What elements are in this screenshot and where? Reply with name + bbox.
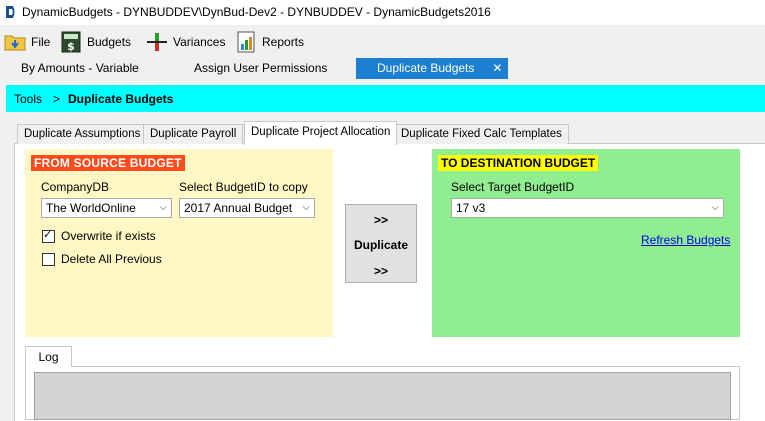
doc-tab-label: Assign User Permissions xyxy=(194,61,328,75)
report-icon xyxy=(235,31,257,53)
company-label: CompanyDB xyxy=(41,180,110,194)
window-title: DynamicBudgets - DYNBUDDEV\DynBud-Dev2 -… xyxy=(22,5,491,19)
destination-budget-panel: TO DESTINATION BUDGET Select Target Budg… xyxy=(432,149,740,337)
tab-duplicate-assumptions[interactable]: Duplicate Assumptions xyxy=(17,124,148,144)
tab-label: Duplicate Fixed Calc Templates xyxy=(401,128,562,140)
tab-duplicate-payroll[interactable]: Duplicate Payroll xyxy=(143,124,244,144)
chevron-down-icon: ⌵ xyxy=(711,202,719,213)
close-icon[interactable]: ✕ xyxy=(492,61,502,75)
title-bar: DynamicBudgets - DYNBUDDEV\DynBud-Dev2 -… xyxy=(0,0,765,25)
tab-duplicate-project-allocation[interactable]: Duplicate Project Allocation xyxy=(244,121,398,145)
menu-bar: File $ Budgets Variances Reports xyxy=(0,26,765,58)
breadcrumb-current: Duplicate Budgets xyxy=(68,92,174,106)
doc-tab-label: By Amounts - Variable xyxy=(21,61,139,75)
menu-file[interactable]: File xyxy=(4,30,50,54)
tab-label: Duplicate Assumptions xyxy=(24,128,141,140)
menu-budgets-label: Budgets xyxy=(87,35,132,49)
document-tab-strip: By Amounts - Variable Assign User Permis… xyxy=(0,58,765,79)
menu-reports-label: Reports xyxy=(262,35,305,49)
company-select[interactable]: The WorldOnline ⌵ xyxy=(41,198,172,218)
app-logo-icon xyxy=(6,6,15,18)
tab-log[interactable]: Log xyxy=(25,346,72,367)
duplicate-label: Duplicate xyxy=(353,238,408,252)
duplicate-button[interactable]: >> Duplicate >> xyxy=(345,204,417,283)
tab-duplicate-fixed-calc-templates[interactable]: Duplicate Fixed Calc Templates xyxy=(394,124,569,144)
target-budget-label: Select Target BudgetID xyxy=(451,180,575,194)
checkmark-icon: ✓ xyxy=(43,229,53,241)
variance-icon xyxy=(146,31,168,53)
doc-tab-assign-permissions[interactable]: Assign User Permissions xyxy=(194,58,327,79)
budget-id-value: 2017 Annual Budget xyxy=(184,201,293,215)
doc-tab-by-amounts[interactable]: By Amounts - Variable xyxy=(21,58,139,79)
destination-header: TO DESTINATION BUDGET xyxy=(438,155,599,171)
budget-id-select[interactable]: 2017 Annual Budget ⌵ xyxy=(179,198,315,218)
refresh-budgets-link[interactable]: Refresh Budgets xyxy=(641,233,730,247)
breadcrumb: Tools > Duplicate Budgets xyxy=(6,85,765,112)
chevron-down-icon: ⌵ xyxy=(302,202,310,213)
doc-tab-duplicate-budgets[interactable]: Duplicate Budgets ✕ xyxy=(356,58,508,79)
target-budget-value: 17 v3 xyxy=(456,201,486,215)
delete-previous-label: Delete All Previous xyxy=(61,252,162,266)
overwrite-checkbox[interactable]: ✓ xyxy=(42,229,55,243)
tab-label: Duplicate Project Allocation xyxy=(251,126,391,138)
duplicate-arrows-bottom: >> xyxy=(373,264,388,278)
source-budget-panel: FROM SOURCE BUDGET CompanyDB The WorldOn… xyxy=(25,149,333,337)
company-value: The WorldOnline xyxy=(46,201,136,215)
delete-previous-checkbox[interactable] xyxy=(42,253,55,266)
tab-label: Log xyxy=(38,350,59,364)
breadcrumb-separator: > xyxy=(53,92,61,106)
calculator-icon: $ xyxy=(60,31,82,53)
budget-id-label: Select BudgetID to copy xyxy=(179,180,308,194)
menu-reports[interactable]: Reports xyxy=(235,30,304,54)
tab-label: Duplicate Payroll xyxy=(150,128,237,140)
overwrite-label: Overwrite if exists xyxy=(61,229,156,243)
doc-tab-label: Duplicate Budgets xyxy=(377,61,475,75)
target-budget-select[interactable]: 17 v3 ⌵ xyxy=(451,198,724,218)
breadcrumb-tools[interactable]: Tools xyxy=(14,92,42,106)
menu-budgets[interactable]: $ Budgets xyxy=(60,30,131,54)
svg-text:$: $ xyxy=(67,40,75,53)
chevron-down-icon: ⌵ xyxy=(159,202,167,213)
menu-variances[interactable]: Variances xyxy=(146,30,225,54)
duplicate-arrows-top: >> xyxy=(373,213,388,227)
menu-file-label: File xyxy=(31,35,51,49)
menu-variances-label: Variances xyxy=(173,35,226,49)
folder-icon xyxy=(4,31,26,53)
log-output[interactable] xyxy=(34,372,731,420)
source-header: FROM SOURCE BUDGET xyxy=(31,155,185,171)
